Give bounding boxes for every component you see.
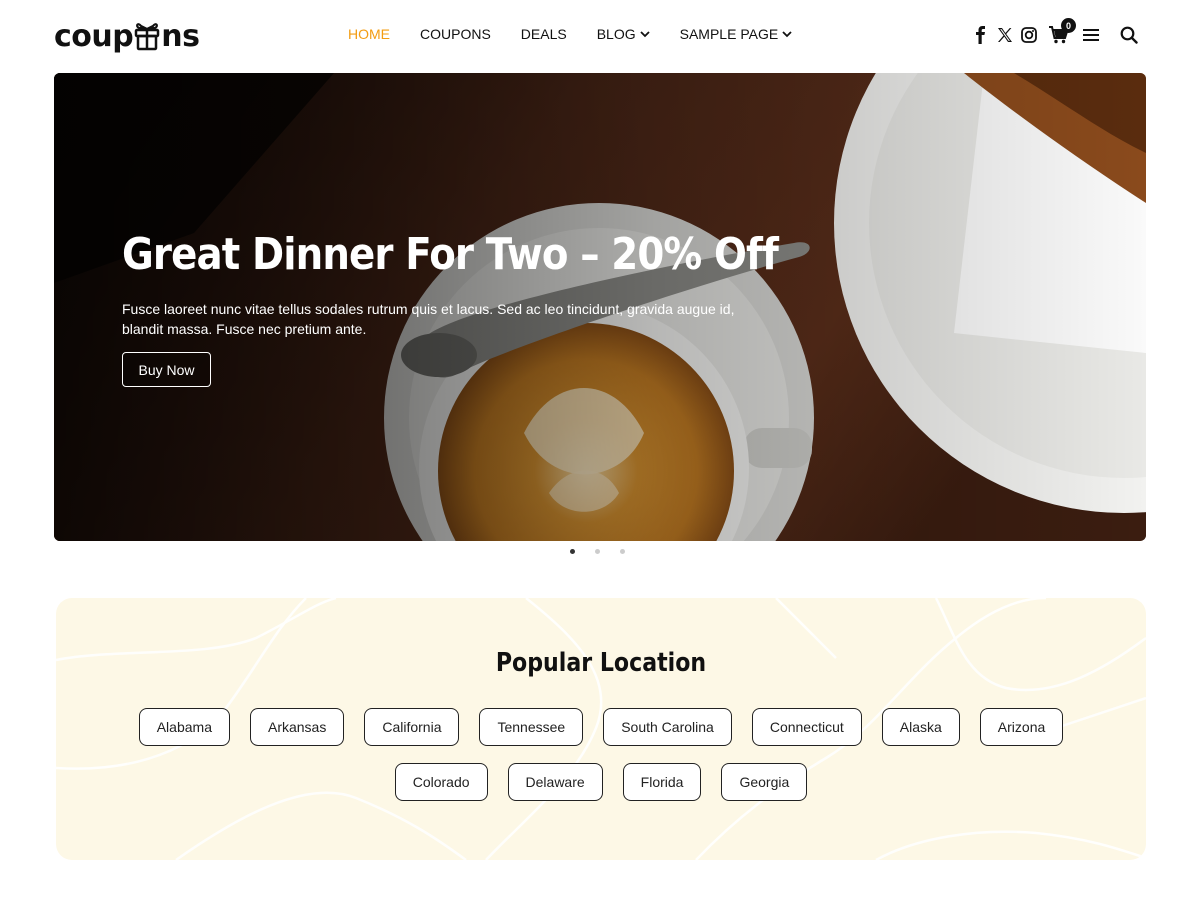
location-chip-arizona[interactable]: Arizona xyxy=(979,708,1064,746)
nav-item-sample-page[interactable]: SAMPLE PAGE xyxy=(680,26,793,42)
instagram-icon[interactable] xyxy=(1018,24,1040,46)
nav-label: COUPONS xyxy=(420,26,491,42)
search-icon[interactable] xyxy=(1118,24,1140,46)
nav-item-home[interactable]: HOME xyxy=(348,26,390,42)
facebook-icon[interactable] xyxy=(970,24,992,46)
nav-label: DEALS xyxy=(520,26,567,42)
location-chip-colorado[interactable]: Colorado xyxy=(394,763,488,801)
location-chip-arkansas[interactable]: Arkansas xyxy=(249,708,345,746)
hero-title: Great Dinner For Two – 20% Off xyxy=(122,229,779,280)
site-header: coup ns HOME COUPONS DEALS BLOG SAMPLE P… xyxy=(0,0,1200,73)
nav-item-blog[interactable]: BLOG xyxy=(597,26,650,42)
section-title: Popular Location xyxy=(495,648,707,678)
gift-icon xyxy=(134,21,160,51)
slider-dot-1[interactable] xyxy=(570,549,575,554)
location-chip-delaware[interactable]: Delaware xyxy=(507,763,603,801)
location-chip-row: Colorado Delaware Florida Georgia xyxy=(56,763,1146,801)
slider-dot-2[interactable] xyxy=(595,549,600,554)
location-chip-row: Alabama Arkansas California Tennessee So… xyxy=(56,708,1146,746)
hero-slider: Great Dinner For Two – 20% Off Fusce lao… xyxy=(54,73,1146,541)
location-chip-georgia[interactable]: Georgia xyxy=(721,763,808,801)
location-chip-tennessee[interactable]: Tennessee xyxy=(479,708,584,746)
logo-text-left: coup xyxy=(54,18,134,54)
buy-now-button[interactable]: Buy Now xyxy=(122,352,211,387)
location-chip-alabama[interactable]: Alabama xyxy=(138,708,230,746)
slider-dot-3[interactable] xyxy=(620,549,625,554)
hero-description: Fusce laoreet nunc vitae tellus sodales … xyxy=(122,301,735,337)
nav-label: HOME xyxy=(348,26,390,42)
location-chip-south-carolina[interactable]: South Carolina xyxy=(603,708,732,746)
location-chip-connecticut[interactable]: Connecticut xyxy=(751,708,862,746)
chevron-down-icon xyxy=(782,31,792,38)
chevron-down-icon xyxy=(639,31,650,38)
logo-text-right: ns xyxy=(161,18,200,54)
x-icon[interactable] xyxy=(994,24,1016,46)
menu-icon[interactable] xyxy=(1080,24,1102,46)
cart-count-badge: 0 xyxy=(1061,18,1076,33)
nav-item-coupons[interactable]: COUPONS xyxy=(420,26,491,42)
location-chip-california[interactable]: California xyxy=(364,708,460,746)
location-chip-florida[interactable]: Florida xyxy=(622,763,702,801)
cart-button[interactable]: 0 xyxy=(1048,18,1076,46)
nav-label: BLOG xyxy=(596,26,636,42)
location-chip-alaska[interactable]: Alaska xyxy=(881,708,960,746)
popular-location-section: Popular Location Alabama Arkansas Califo… xyxy=(56,598,1146,860)
main-nav: HOME COUPONS DEALS BLOG SAMPLE PAGE xyxy=(333,26,807,42)
header-icons: 0 xyxy=(968,18,1140,46)
nav-label: SAMPLE PAGE xyxy=(679,26,779,42)
slider-dots xyxy=(570,549,645,554)
nav-item-deals[interactable]: DEALS xyxy=(521,26,567,42)
site-logo[interactable]: coup ns xyxy=(54,18,200,54)
